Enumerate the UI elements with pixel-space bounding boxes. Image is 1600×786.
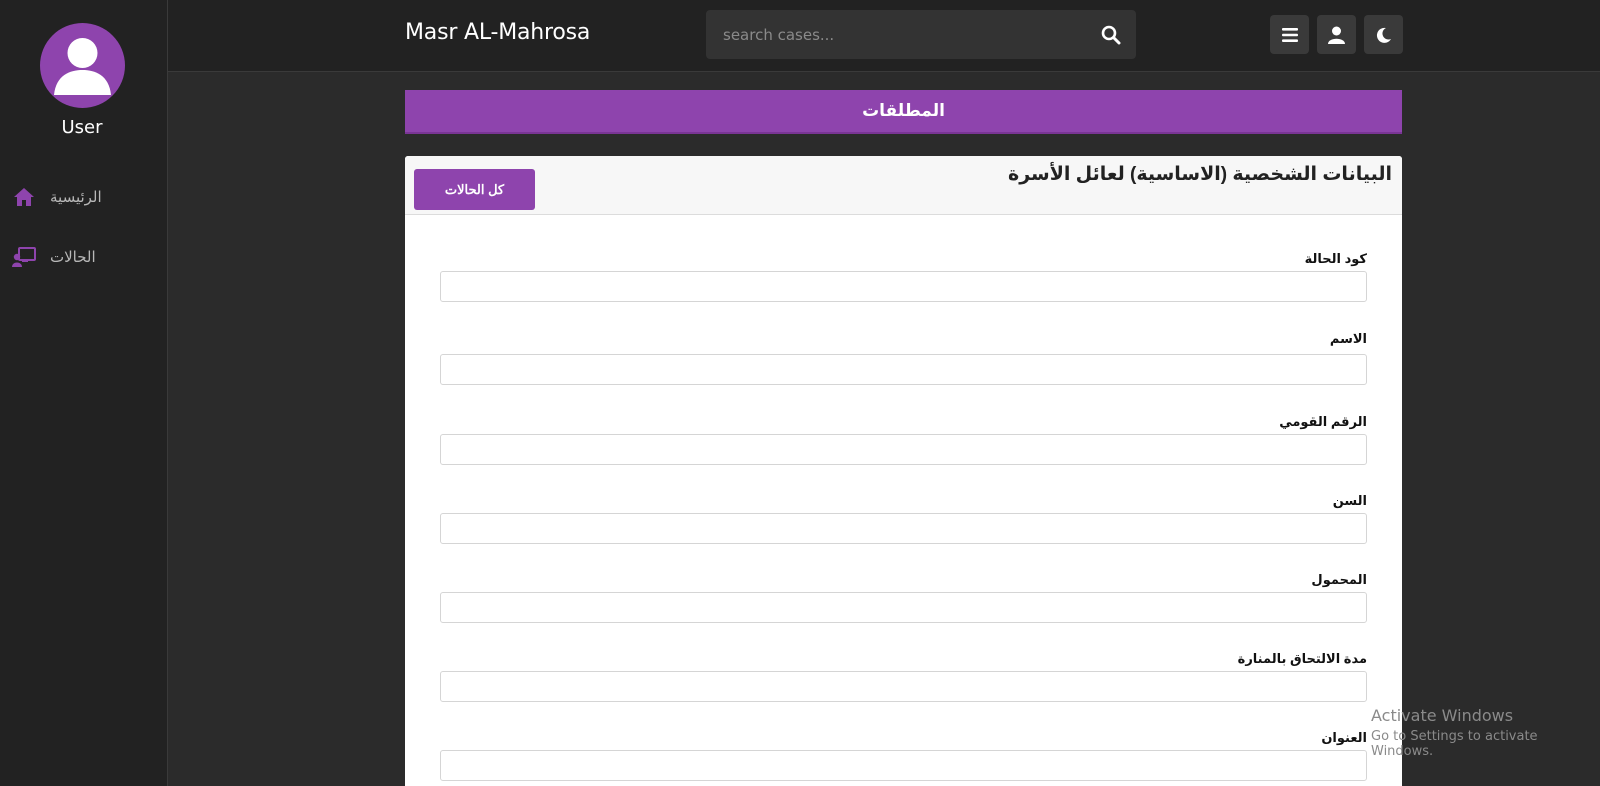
national-id-input[interactable] [440, 434, 1367, 465]
card-title: البيانات الشخصية (الاساسية) لعائل الأسرة [1007, 164, 1392, 185]
cases-icon [12, 245, 36, 269]
enrollment-duration-input[interactable] [440, 671, 1367, 702]
all-cases-button[interactable]: كل الحالات [414, 169, 535, 210]
field-label-mobile: المحمول [1311, 572, 1367, 587]
search-box [706, 10, 1136, 59]
personal-data-card: البيانات الشخصية (الاساسية) لعائل الأسرة… [405, 156, 1402, 786]
field-label-case-code: كود الحالة [1304, 251, 1367, 266]
sidebar-item-cases[interactable]: الحالات [12, 239, 152, 275]
user-icon [1328, 26, 1345, 44]
search-button[interactable] [1086, 10, 1136, 59]
menu-button[interactable] [1270, 15, 1309, 54]
brand-title[interactable]: Masr AL-Mahrosa [405, 20, 590, 45]
field-label-age: السن [1332, 493, 1367, 508]
address-input[interactable] [440, 750, 1367, 781]
avatar[interactable] [40, 23, 125, 108]
field-label-enrollment-duration: مدة الالتحاق بالمنارة [1237, 651, 1367, 666]
field-label-name: الاسم [1329, 331, 1367, 346]
profile-button[interactable] [1317, 15, 1356, 54]
user-avatar-icon [54, 38, 111, 95]
field-label-address: العنوان [1321, 730, 1367, 745]
card-header: البيانات الشخصية (الاساسية) لعائل الأسرة… [405, 156, 1402, 215]
home-icon [12, 185, 36, 209]
menu-icon [1281, 27, 1298, 42]
search-input[interactable] [706, 10, 1086, 59]
activate-windows-title: Activate Windows [1371, 706, 1514, 725]
field-label-national-id: الرقم القومي [1279, 414, 1367, 429]
moon-icon [1376, 27, 1391, 43]
user-name: User [61, 117, 103, 138]
name-input[interactable] [440, 354, 1367, 385]
sidebar: User الرئيسية الحالات [0, 0, 168, 786]
search-icon [1101, 25, 1121, 44]
sidebar-item-label: الرئيسية [50, 189, 102, 206]
page-banner: المطلقات [405, 90, 1402, 134]
sidebar-item-label: الحالات [50, 249, 96, 266]
activate-windows-subtitle: Go to Settings to activate Windows. [1371, 729, 1538, 759]
age-input[interactable] [440, 513, 1367, 544]
top-header: Masr AL-Mahrosa [168, 0, 1600, 72]
sidebar-item-home[interactable]: الرئيسية [12, 179, 152, 215]
case-code-input[interactable] [440, 271, 1367, 302]
mobile-input[interactable] [440, 592, 1367, 623]
dark-mode-toggle[interactable] [1364, 15, 1403, 54]
